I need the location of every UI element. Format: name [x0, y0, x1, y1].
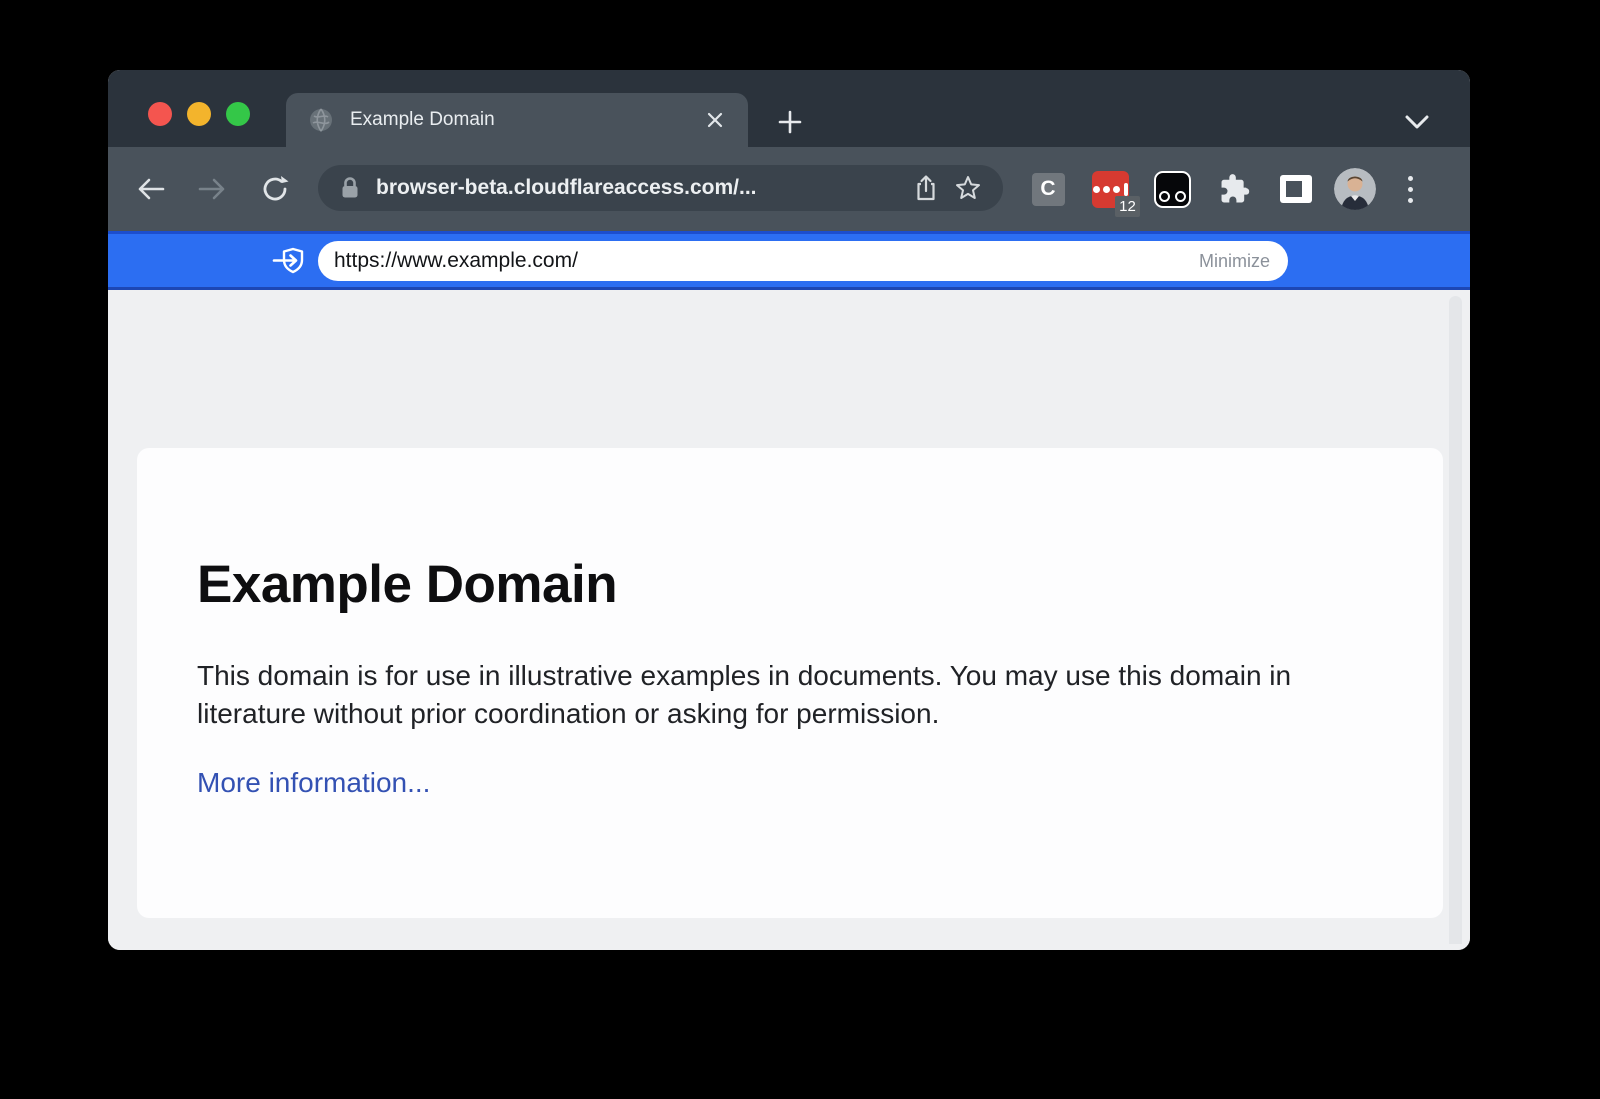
lock-icon — [340, 176, 360, 200]
page-body-text: This domain is for use in illustrative e… — [197, 657, 1347, 733]
back-button[interactable] — [129, 167, 173, 211]
close-window-button[interactable] — [148, 102, 172, 126]
shield-arrow-icon — [272, 245, 308, 277]
tab-close-icon[interactable] — [700, 105, 730, 135]
zoom-window-button[interactable] — [226, 102, 250, 126]
tab-title: Example Domain — [350, 109, 700, 131]
omnibox[interactable]: browser-beta.cloudflareaccess.com/... — [318, 165, 1003, 211]
extension-row: C 12 — [1024, 147, 1430, 231]
password-manager-extension-icon[interactable]: 12 — [1086, 165, 1134, 213]
example-domain-card: Example Domain This domain is for use in… — [137, 448, 1443, 918]
page-viewport: Example Domain This domain is for use in… — [108, 290, 1470, 950]
kebab-menu-icon[interactable] — [1390, 165, 1430, 213]
goggles-extension-icon[interactable] — [1148, 165, 1196, 213]
minimize-button[interactable]: Minimize — [1199, 251, 1270, 272]
globe-icon — [308, 107, 334, 133]
tab-example-domain[interactable]: Example Domain — [286, 93, 748, 147]
tab-strip: Example Domain — [108, 70, 1470, 147]
macos-traffic-lights — [148, 102, 250, 126]
bookmark-star-icon[interactable] — [947, 167, 989, 209]
extension-badge: 12 — [1115, 196, 1140, 217]
side-panel-icon[interactable] — [1272, 165, 1320, 213]
forward-button[interactable] — [190, 167, 234, 211]
page-scrollbar[interactable] — [1449, 296, 1462, 944]
minimize-window-button[interactable] — [187, 102, 211, 126]
share-icon[interactable] — [905, 167, 947, 209]
c-extension-label: C — [1040, 177, 1055, 201]
url-text: browser-beta.cloudflareaccess.com/... — [376, 176, 905, 200]
c-extension-icon[interactable]: C — [1024, 165, 1072, 213]
screenshot-stage: Example Domain — [0, 0, 1600, 1099]
more-information-link[interactable]: More information... — [197, 767, 430, 799]
new-tab-button[interactable] — [772, 104, 808, 140]
toolbar: browser-beta.cloudflareaccess.com/... C — [108, 147, 1470, 231]
isolated-url-input[interactable] — [334, 249, 1199, 273]
page-title: Example Domain — [197, 554, 1383, 615]
browser-window: Example Domain — [108, 70, 1470, 950]
access-bar: Minimize — [108, 231, 1470, 290]
isolated-url-bar[interactable]: Minimize — [318, 241, 1288, 281]
puzzle-extensions-icon[interactable] — [1210, 165, 1258, 213]
profile-avatar[interactable] — [1334, 168, 1376, 210]
chevron-down-icon[interactable] — [1398, 104, 1436, 140]
reload-button[interactable] — [253, 167, 297, 211]
